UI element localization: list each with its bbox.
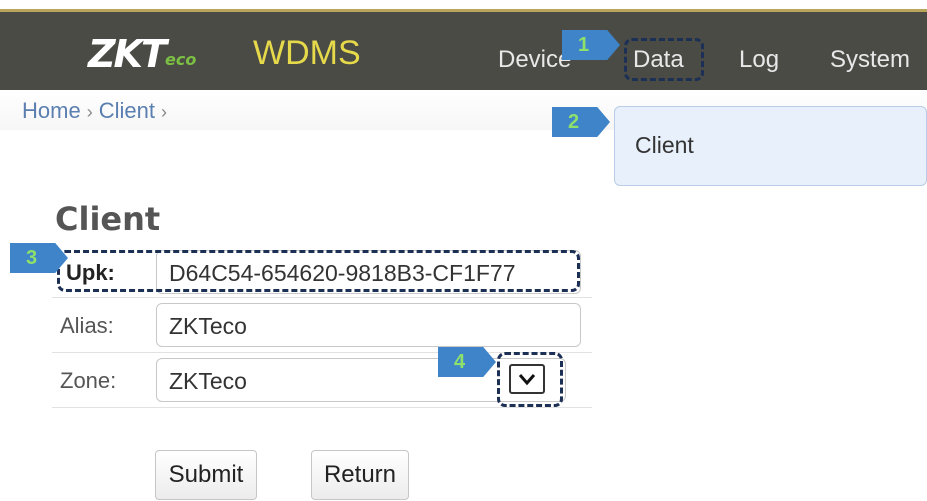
nav-log[interactable]: Log — [739, 46, 779, 74]
logo-sub: eco — [165, 50, 197, 69]
app-title: WDMS — [253, 34, 361, 72]
highlight-upk-row — [57, 250, 580, 292]
page-title: Client — [55, 200, 161, 238]
logo: ZKT — [88, 32, 167, 76]
row-divider — [52, 407, 592, 408]
alias-label: Alias: — [60, 313, 114, 338]
highlight-data-nav — [624, 38, 704, 81]
breadcrumb-separator: › — [86, 102, 93, 122]
alias-field[interactable]: ZKTeco — [156, 303, 581, 347]
return-button[interactable]: Return — [311, 450, 409, 500]
app-header: ZKT eco WDMS Device Data Log System — [0, 12, 927, 90]
breadcrumb-client[interactable]: Client — [99, 98, 155, 123]
submit-button[interactable]: Submit — [155, 450, 257, 500]
data-menu-dropdown: Client — [614, 106, 927, 186]
nav-device[interactable]: Device — [498, 46, 571, 74]
breadcrumb: Home › Client › — [22, 98, 173, 124]
top-accent-line — [0, 0, 927, 12]
breadcrumb-separator: › — [160, 102, 167, 122]
breadcrumb-home[interactable]: Home — [22, 98, 81, 123]
highlight-zone-button — [497, 352, 563, 407]
menu-item-client[interactable]: Client — [635, 132, 694, 159]
nav-system[interactable]: System — [830, 46, 910, 74]
zone-label: Zone: — [60, 368, 117, 393]
row-divider — [52, 297, 592, 298]
